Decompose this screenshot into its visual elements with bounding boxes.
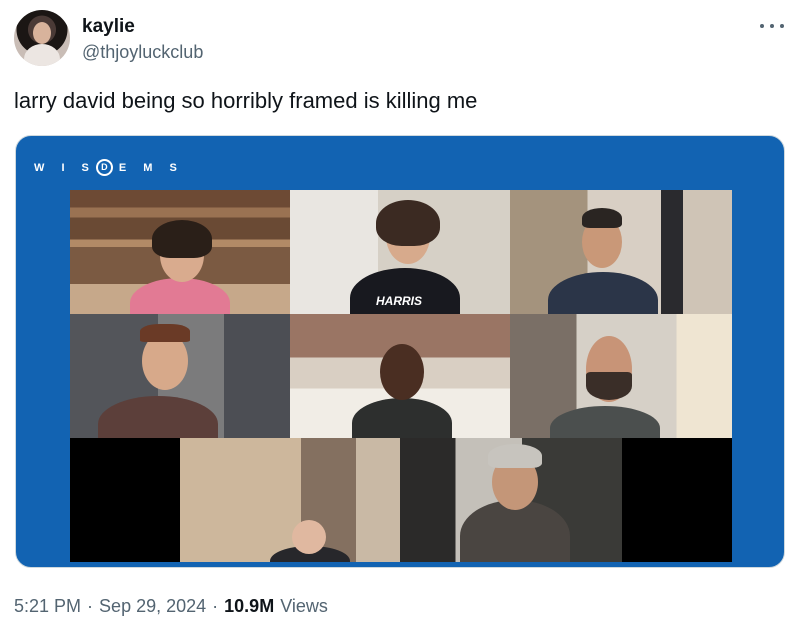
participant-torso bbox=[98, 396, 218, 438]
tweet-date[interactable]: Sep 29, 2024 bbox=[99, 596, 206, 617]
author-display-name[interactable]: kaylie bbox=[82, 16, 135, 38]
empty-tile bbox=[622, 438, 732, 562]
dot bbox=[770, 24, 774, 28]
brand-text-after: E M S bbox=[118, 161, 184, 174]
shirt-text: HARRIS bbox=[376, 294, 423, 308]
participant-tile bbox=[70, 314, 290, 438]
more-options-icon[interactable] bbox=[760, 16, 784, 36]
meta-separator: · bbox=[212, 596, 219, 616]
participant-tile bbox=[510, 314, 732, 438]
participant-torso bbox=[550, 406, 660, 438]
participant-tile bbox=[510, 190, 732, 314]
participant-tile bbox=[180, 438, 400, 562]
participant-torso bbox=[548, 272, 658, 314]
participant-head bbox=[380, 344, 424, 400]
dot bbox=[780, 24, 784, 28]
author-handle[interactable]: @thjoyluckclub bbox=[82, 42, 203, 63]
empty-tile bbox=[70, 438, 180, 562]
avatar-figure-face bbox=[33, 22, 51, 44]
views-label: Views bbox=[280, 596, 328, 616]
participant-head bbox=[292, 520, 326, 554]
avatar[interactable] bbox=[14, 10, 70, 66]
tweet-time[interactable]: 5:21 PM bbox=[14, 596, 81, 617]
participant-hair bbox=[582, 208, 622, 228]
views-count: 10.9M bbox=[224, 596, 275, 616]
brand-logo-letter: D bbox=[95, 159, 113, 176]
meta-separator: · bbox=[87, 596, 94, 616]
brand-logo: W I S D E M S bbox=[34, 159, 184, 176]
participant-tile bbox=[290, 314, 510, 438]
tweet-media-image[interactable]: W I S D E M S HARRIS bbox=[15, 135, 785, 568]
participant-beard bbox=[586, 372, 632, 400]
participant-hat bbox=[140, 324, 190, 342]
tweet-meta: 5:21 PM · Sep 29, 2024 · 10.9M Views bbox=[14, 596, 328, 617]
tweet-text: larry david being so horribly framed is … bbox=[14, 88, 478, 113]
participant-torso bbox=[130, 278, 230, 314]
participant-hair bbox=[376, 200, 440, 246]
avatar-figure-body bbox=[24, 44, 60, 66]
participant-tile bbox=[400, 438, 622, 562]
brand-text-before: W I S bbox=[34, 161, 96, 174]
video-call-grid: HARRIS bbox=[70, 190, 732, 562]
participant-hair bbox=[488, 444, 542, 468]
participant-hair bbox=[152, 220, 212, 258]
tweet-header: kaylie @thjoyluckclub bbox=[14, 10, 786, 70]
participant-tile bbox=[70, 190, 290, 314]
participant-torso bbox=[352, 398, 452, 438]
participant-tile: HARRIS bbox=[290, 190, 510, 314]
dot bbox=[760, 24, 764, 28]
